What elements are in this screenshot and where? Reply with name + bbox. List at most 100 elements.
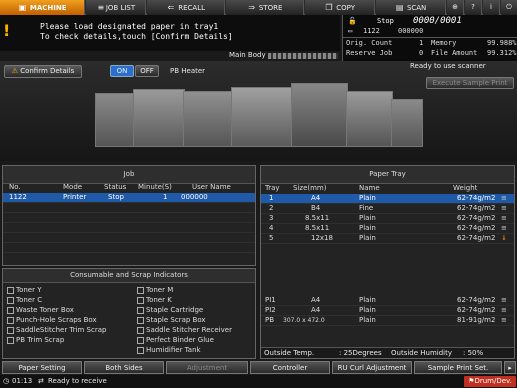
network-icon: ⇄ — [38, 377, 44, 385]
info-button[interactable]: i — [483, 0, 500, 15]
environment-bar: Outside Temp. : 25Degrees Outside Humidi… — [261, 347, 514, 358]
footer-status: Ready to receive — [48, 377, 107, 385]
indicator-icon — [7, 336, 14, 344]
machine-module-6 — [346, 91, 393, 147]
paper-tray-panel: Paper Tray Tray Size(mm) Name Weight 1 A… — [260, 165, 515, 359]
message-area: ! Please load designated paper in tray1 … — [0, 15, 340, 51]
reserve-job-value: 0 — [419, 49, 424, 57]
adjustment-button[interactable]: Adjustment — [166, 361, 248, 374]
tray-level-icon: ≡ — [501, 316, 507, 324]
drum-dev-indicator[interactable]: ⚑Drum/Dev. — [464, 376, 516, 387]
pb-heater-on-button[interactable]: ON — [110, 65, 134, 77]
globe-button[interactable]: ⊕ — [447, 0, 464, 15]
machine-module-2 — [133, 89, 185, 147]
job-row-empty — [3, 243, 255, 253]
machine-module-3 — [183, 91, 233, 147]
tray-row-pi1[interactable]: PI1 A4 Plain 62-74g/m2 ≡ — [261, 296, 514, 306]
list-icon: ≡ — [97, 3, 105, 12]
indicator-icon — [137, 286, 144, 294]
tray-row-2[interactable]: 2 B4 Fine 62-74g/m2 ≡ — [261, 204, 514, 214]
job-table-header: No. Mode Status Minute(S) User Name — [9, 183, 231, 191]
main-body-label: Main Body — [229, 51, 266, 59]
tab-store[interactable]: ⇒ STORE — [226, 0, 304, 15]
scroll-right-button[interactable]: ▸ — [504, 361, 516, 374]
clock-icon: ◷ — [3, 377, 10, 385]
machine-module-4 — [231, 87, 293, 147]
job-row-empty — [3, 233, 255, 243]
tab-job-list[interactable]: ≡ JOB LIST — [86, 0, 146, 15]
consumable-saddle-receiver: Saddle Stitcher Receiver — [137, 326, 232, 334]
job-panel: Job No. Mode Status Minute(S) User Name … — [2, 165, 256, 266]
message-line-2: To check details,touch [Confirm Details] — [40, 32, 233, 41]
consumable-toner-c: Toner C — [7, 296, 42, 304]
outside-humidity-label: Outside Humidity — [391, 349, 452, 357]
sample-print-set-button[interactable]: Sample Print Set. — [414, 361, 502, 374]
paper-setting-button[interactable]: Paper Setting — [2, 361, 82, 374]
execute-sample-print-button[interactable]: Execute Sample Print — [426, 77, 514, 89]
paper-tray-title: Paper Tray — [261, 166, 514, 184]
outside-humidity-value: : 50% — [463, 349, 484, 357]
power-button[interactable]: ⏻ — [501, 0, 517, 15]
confirm-details-button[interactable]: ⚠ Confirm Details — [4, 65, 82, 78]
job-row-empty — [3, 203, 255, 213]
file-amount-label: File Amount — [431, 49, 478, 57]
tray-row-pb[interactable]: PB 307.0 x 472.0 Plain 81-91g/m2 ≡ — [261, 316, 514, 326]
status-printer-icon: ▭ — [348, 27, 353, 35]
reserve-job-label: Reserve Job — [346, 49, 393, 57]
tab-copy[interactable]: ❐ COPY — [305, 0, 375, 15]
job-row[interactable]: 1122 Printer Stop 1 000000 — [3, 193, 255, 203]
indicator-icon — [137, 336, 144, 344]
orig-count-label: Orig. Count — [346, 39, 393, 47]
tray-row-5[interactable]: 5 12x18 Plain 62-74g/m2 ↓ — [261, 234, 514, 244]
lock-icon: 🔓 — [348, 17, 357, 25]
tray-level-icon: ≡ — [501, 224, 507, 232]
consumable-staple-cartridge: Staple Cartridge — [137, 306, 203, 314]
tray-row-4[interactable]: 4 8.5x11 Plain 62-74g/m2 ≡ — [261, 224, 514, 234]
indicator-icon — [7, 296, 14, 304]
copy-icon: ❐ — [325, 3, 333, 12]
consumable-toner-m: Toner M — [137, 286, 173, 294]
memory-value: 99.988% — [487, 39, 517, 47]
indicator-icon — [7, 326, 14, 334]
consumable-humidifier-tank: Humidifier Tank — [137, 346, 201, 354]
help-button[interactable]: ? — [465, 0, 482, 15]
indicator-icon — [7, 316, 14, 324]
outside-temp-value: : 25Degrees — [339, 349, 382, 357]
file-amount-value: 99.312% — [487, 49, 517, 57]
consumable-waste-toner: Waste Toner Box — [7, 306, 74, 314]
machine-module-5 — [291, 83, 348, 147]
controller-button[interactable]: Controller — [250, 361, 330, 374]
tray-row-1[interactable]: 1 A4 Plain 62-74g/m2 ≡ — [261, 194, 514, 204]
indicator-icon — [137, 306, 144, 314]
tab-machine[interactable]: ▣ MACHINE — [0, 0, 85, 15]
outside-temp-label: Outside Temp. — [264, 349, 315, 357]
footer-time: 01:13 — [12, 377, 33, 385]
indicator-icon — [7, 306, 14, 314]
top-tab-bar: ▣ MACHINE ≡ JOB LIST ⇐ RECALL ⇒ STORE ❐ C… — [0, 0, 517, 15]
job-row-empty — [3, 223, 255, 233]
indicator-icon — [7, 286, 14, 294]
tray-level-icon: ≡ — [501, 204, 507, 212]
pb-heater-label: PB Heater — [170, 67, 206, 75]
job-panel-title: Job — [3, 166, 255, 184]
tab-scan[interactable]: ▤ SCAN — [376, 0, 446, 15]
help-icon: ? — [471, 3, 475, 11]
tray-row-3[interactable]: 3 8.5x11 Plain 62-74g/m2 ≡ — [261, 214, 514, 224]
indicator-icon — [137, 316, 144, 324]
message-line-1: Please load designated paper in tray1 — [40, 22, 219, 31]
tray-row-pi2[interactable]: PI2 A4 Plain 62-74g/m2 ≡ — [261, 306, 514, 316]
info-icon: i — [490, 3, 492, 11]
consumable-pb-trim: PB Trim Scrap — [7, 336, 64, 344]
pb-heater-off-button[interactable]: OFF — [135, 65, 159, 77]
scanner-status: Ready to use scanner — [410, 62, 486, 70]
consumable-saddlestitcher-trim: SaddleStitcher Trim Scrap — [7, 326, 106, 334]
tray-level-icon: ≡ — [501, 214, 507, 222]
tab-recall[interactable]: ⇐ RECALL — [147, 0, 225, 15]
ru-curl-adjustment-button[interactable]: RU Curl Adjustment — [332, 361, 412, 374]
confirm-warning-icon: ⚠ — [11, 67, 18, 75]
both-sides-button[interactable]: Both Sides — [84, 361, 164, 374]
footer-status-bar: ◷ 01:13 ⇄ Ready to receive ⚑Drum/Dev. — [0, 375, 517, 388]
memory-label: Memory — [431, 39, 457, 47]
machine-illustration-area: ⚠ Confirm Details ON OFF PB Heater Ready… — [0, 61, 517, 161]
main-body-gauge — [268, 53, 338, 59]
